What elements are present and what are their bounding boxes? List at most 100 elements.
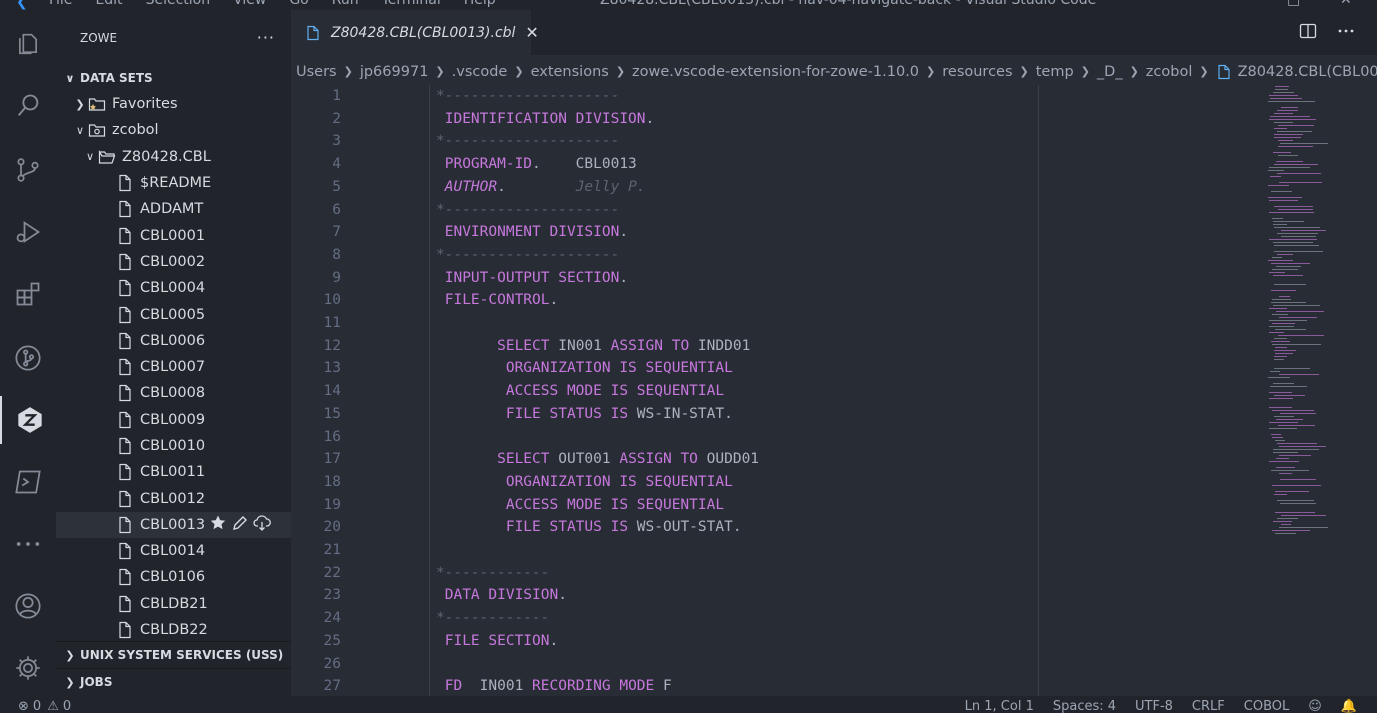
code-line[interactable]: 5 AUTHOR. Jelly P. [291,176,1377,199]
member-item[interactable]: CBLDB21 [56,591,291,617]
member-item[interactable]: CBL0013 [56,511,291,539]
indentation[interactable]: Spaces: 4 [1053,699,1116,713]
breadcrumb-item[interactable]: jp669971 [360,64,429,80]
feedback-icon[interactable]: ☺ [1308,699,1322,713]
code-line[interactable]: 17 SELECT OUT001 ASSIGN TO OUDD01 [291,448,1377,471]
code-line[interactable]: 12 SELECT IN001 ASSIGN TO INDD01 [291,335,1377,358]
member-item[interactable]: $README [56,170,291,196]
member-item[interactable]: CBL0007 [56,354,291,380]
language-mode[interactable]: COBOL [1244,699,1289,713]
code-line[interactable]: 27 FD IN001 RECORDING MODE F [291,675,1377,696]
member-item[interactable]: CBLDB22 [56,617,291,643]
notifications-icon[interactable]: 🔔 [1341,699,1357,713]
menu-view[interactable]: View [233,0,266,8]
breadcrumb-item[interactable]: _D_ [1097,64,1123,80]
close-window-icon[interactable]: ✕ [1340,0,1352,8]
menu-selection[interactable]: Selection [146,0,211,8]
search-icon[interactable] [0,82,56,130]
member-item[interactable]: CBL0004 [56,275,291,301]
breadcrumb-item[interactable]: resources [942,64,1012,80]
member-item[interactable]: CBL0001 [56,222,291,248]
code-line[interactable]: 24 *------------ [291,607,1377,630]
encoding[interactable]: UTF-8 [1135,699,1173,713]
breadcrumb-file[interactable]: Z80428.CBL(CBL0013).cbl [1238,64,1377,80]
member-item[interactable]: CBL0009 [56,407,291,433]
menu-file[interactable]: File [49,0,72,8]
code-line[interactable]: 8 *-------------------- [291,244,1377,267]
member-item[interactable]: CBL0002 [56,249,291,275]
code-line[interactable]: 3 *-------------------- [291,130,1377,153]
problems-indicator[interactable]: ⊗ 0 ⚠ 0 [18,699,71,713]
source-control-icon[interactable] [0,146,56,194]
breadcrumb-item[interactable]: zowe.vscode-extension-for-zowe-1.10.0 [632,64,919,80]
member-item[interactable]: CBL0008 [56,380,291,406]
data-sets-section[interactable]: ∨ DATA SETS [56,65,291,91]
code-line[interactable]: 22 *------------ [291,562,1377,585]
code-line[interactable]: 19 ACCESS MODE IS SEQUENTIAL [291,494,1377,517]
code-line[interactable]: 23 DATA DIVISION. [291,584,1377,607]
code-line[interactable]: 15 FILE STATUS IS WS-IN-STAT. [291,403,1377,426]
terminal-icon[interactable] [0,458,56,506]
menu-go[interactable]: Go [289,0,308,8]
code-line[interactable]: 14 ACCESS MODE IS SEQUENTIAL [291,380,1377,403]
menu-help[interactable]: Help [464,0,496,8]
favorites-node[interactable]: ❯ Favorites [56,91,291,117]
download-cloud-icon[interactable] [253,514,271,536]
star-icon[interactable] [209,514,227,536]
breadcrumb-item[interactable]: zcobol [1146,64,1193,80]
more-editor-actions-icon[interactable] [1337,22,1355,44]
menu-edit[interactable]: Edit [95,0,122,8]
split-editor-icon[interactable] [1299,22,1317,44]
editor-tab[interactable]: Z80428.CBL(CBL0013).cbl ✕ [291,10,539,55]
code-editor[interactable]: 1 *-------------------- 2 IDENTIFICATION D… [291,85,1377,696]
code-line[interactable]: 2 IDENTIFICATION DIVISION. [291,108,1377,131]
code-line[interactable]: 16 [291,426,1377,449]
git-graph-icon[interactable] [0,334,56,382]
settings-gear-icon[interactable] [0,644,56,692]
code-line[interactable]: 18 ORGANIZATION IS SEQUENTIAL [291,471,1377,494]
breadcrumb-item[interactable]: extensions [531,64,609,80]
edit-pencil-icon[interactable] [231,514,249,536]
code-line[interactable]: 11 [291,312,1377,335]
member-item[interactable]: ADDAMT [56,196,291,222]
code-line[interactable]: 7 ENVIRONMENT DIVISION. [291,221,1377,244]
breadcrumb-item[interactable]: Users [296,64,337,80]
uss-section[interactable]: ❯ UNIX SYSTEM SERVICES (USS) [56,641,291,668]
code-line[interactable]: 26 [291,653,1377,676]
restore-window-icon[interactable]: □ [1287,0,1300,8]
member-item[interactable]: CBL0012 [56,485,291,511]
member-item[interactable]: CBL0106 [56,564,291,590]
extensions-icon[interactable] [0,270,56,318]
member-item[interactable]: CBL0014 [56,538,291,564]
code-line[interactable]: 25 FILE SECTION. [291,630,1377,653]
code-line[interactable]: 20 FILE STATUS IS WS-OUT-STAT. [291,516,1377,539]
breadcrumb-item[interactable]: temp [1036,64,1074,80]
cursor-position[interactable]: Ln 1, Col 1 [965,699,1034,713]
menu-terminal[interactable]: Terminal [382,0,441,8]
breadcrumb-item[interactable]: .vscode [452,64,508,80]
menu-run[interactable]: Run [332,0,359,8]
code-line[interactable]: 4 PROGRAM-ID. CBL0013 [291,153,1377,176]
member-item[interactable]: CBL0006 [56,328,291,354]
code-line[interactable]: 6 *-------------------- [291,199,1377,222]
code-line[interactable]: 9 INPUT-OUTPUT SECTION. [291,267,1377,290]
member-item[interactable]: CBL0005 [56,301,291,327]
member-item[interactable]: CBL0010 [56,433,291,459]
run-debug-icon[interactable] [0,208,56,256]
member-item[interactable]: CBL0011 [56,459,291,485]
code-line[interactable]: 10 FILE-CONTROL. [291,289,1377,312]
code-line[interactable]: 1 *-------------------- [291,85,1377,108]
code-line[interactable]: 21 [291,539,1377,562]
close-tab-icon[interactable]: ✕ [525,23,538,42]
more-icon[interactable] [0,520,56,568]
profile-node[interactable]: ∨ zcobol [56,117,291,143]
zowe-icon[interactable] [0,396,58,444]
code-line[interactable]: 13 ORGANIZATION IS SEQUENTIAL [291,357,1377,380]
dataset-node[interactable]: ∨ Z80428.CBL [56,144,291,170]
more-actions-icon[interactable]: ··· [257,28,275,47]
line-ending[interactable]: CRLF [1192,699,1225,713]
minimap[interactable] [1265,86,1350,546]
jobs-section[interactable]: ❯ JOBS [56,668,291,695]
account-icon[interactable] [0,582,56,630]
explorer-icon[interactable] [0,20,56,68]
